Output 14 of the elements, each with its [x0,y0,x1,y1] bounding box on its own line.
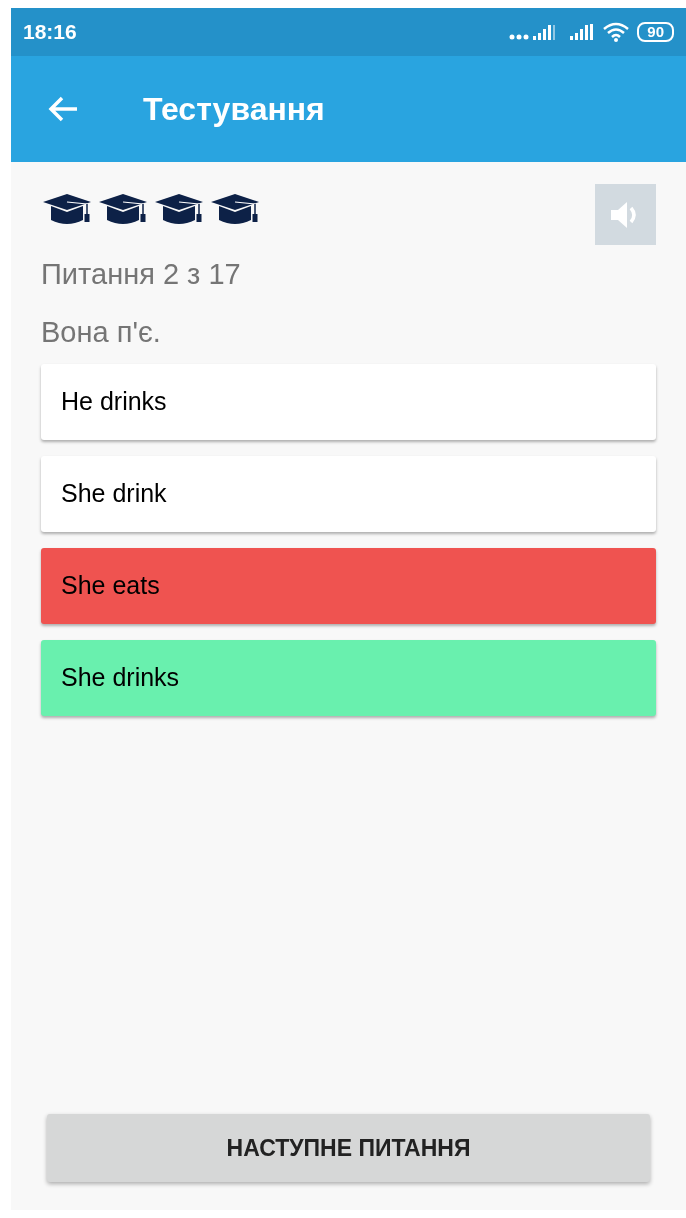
answer-option[interactable]: She eats [41,548,656,624]
next-question-button[interactable]: НАСТУПНЕ ПИТАННЯ [47,1114,650,1182]
question-text: Вона п'є. [41,314,162,350]
question-counter: Питання 2 з 17 [41,257,242,292]
answer-option[interactable]: She drinks [41,640,656,716]
signal-icon [569,23,596,41]
sound-button[interactable] [595,184,656,245]
back-button[interactable] [47,95,79,123]
wifi-icon [603,22,630,42]
screen-title: Тестування [143,90,325,129]
answer-option[interactable]: He drinks [41,364,656,440]
battery-indicator: 90 [637,22,674,42]
answer-option[interactable]: She drink [41,456,656,532]
status-time: 18:16 [23,19,77,46]
